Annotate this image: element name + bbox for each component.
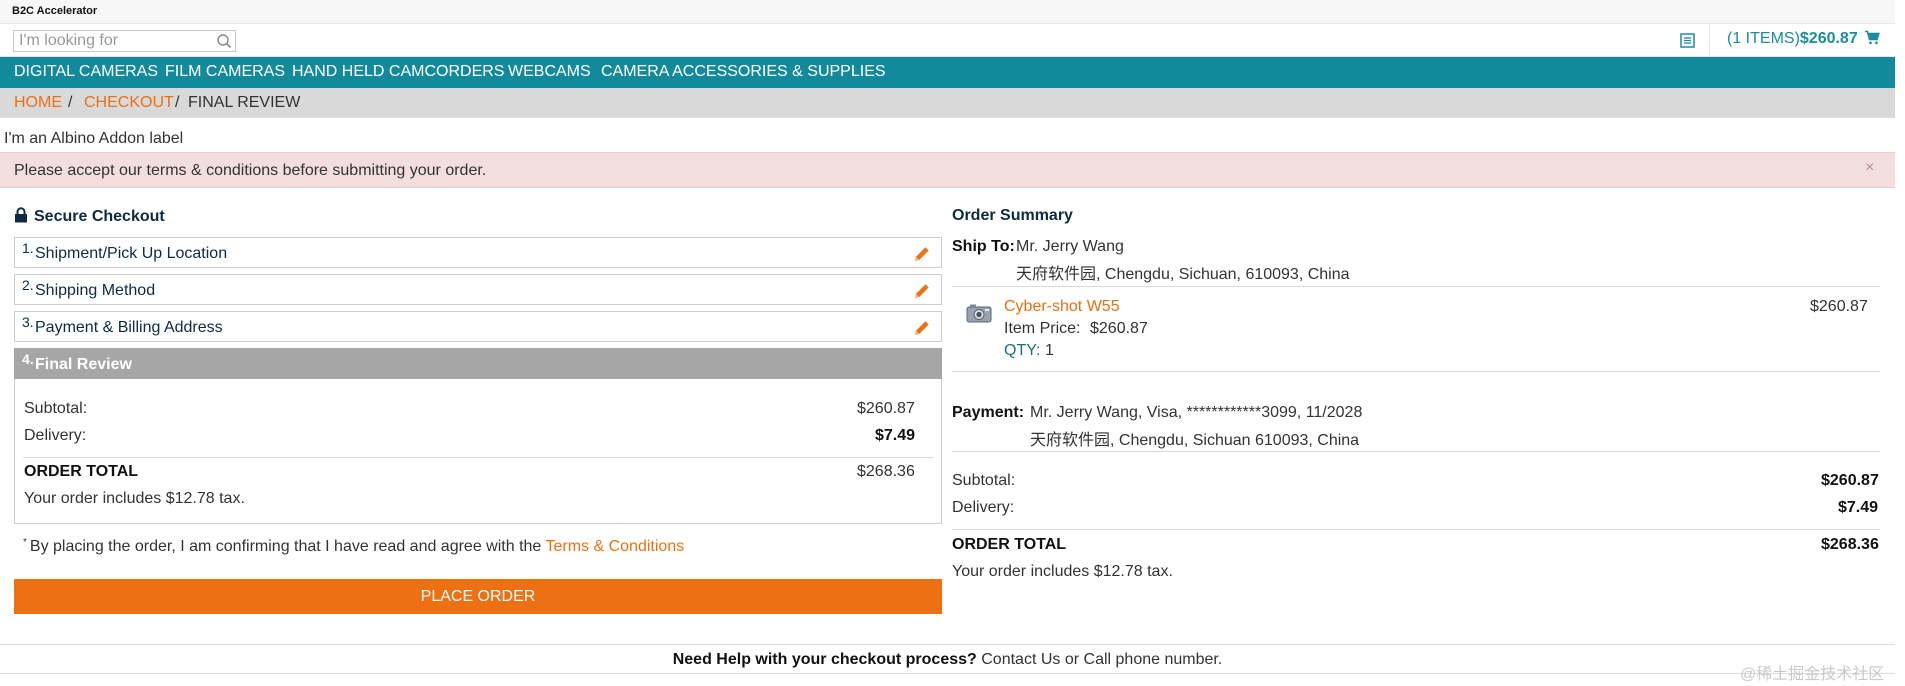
qty-label: QTY: [1004, 342, 1041, 359]
ship-to-name: Mr. Jerry Wang [1016, 238, 1124, 255]
order-total-value: $268.36 [857, 463, 915, 480]
ship-to-label: Ship To: [952, 238, 1015, 255]
pencil-icon[interactable] [913, 245, 931, 263]
payment-details: Mr. Jerry Wang, Visa, ************3099, … [1030, 404, 1363, 421]
terms-statement: * By placing the order, I am confirming t… [23, 537, 684, 556]
tax-note: Your order includes $12.78 tax. [24, 490, 245, 507]
summary-delivery-label: Delivery: [952, 499, 1015, 516]
nav-item-camera-accessories[interactable]: CAMERA ACCESSORIES & SUPPLIES [601, 63, 886, 81]
close-icon[interactable]: × [1865, 159, 1874, 177]
divider [952, 286, 1880, 287]
divider [23, 457, 934, 458]
step-number: 3. [22, 314, 34, 330]
pencil-icon[interactable] [913, 282, 931, 300]
subtotal-label: Subtotal: [24, 400, 88, 417]
nav-item-digital-cameras[interactable]: DIGITAL CAMERAS [14, 63, 158, 81]
step-payment-billing[interactable]: 3. Payment & Billing Address [14, 311, 942, 342]
camera-icon [966, 304, 992, 323]
addon-label: I'm an Albino Addon label [4, 130, 184, 147]
terms-alert: Please accept our terms & conditions bef… [0, 152, 1895, 188]
top-bar: B2C Accelerator [0, 0, 1895, 24]
delivery-label: Delivery: [24, 427, 87, 444]
order-total-label: ORDER TOTAL [24, 463, 139, 480]
breadcrumb-home[interactable]: HOME [14, 94, 62, 112]
summary-subtotal-label: Subtotal: [952, 472, 1016, 489]
watermark: @稀土掘金技术社区 [1740, 666, 1885, 683]
mini-cart-total: $260.87 [1799, 30, 1858, 47]
divider [952, 529, 1880, 530]
terms-text: By placing the order, I am confirming th… [29, 538, 542, 555]
delivery-value: $7.49 [875, 427, 916, 444]
order-summary-title: Order Summary [952, 207, 1073, 224]
step-number: 4. [22, 351, 34, 367]
secure-checkout-label: Secure Checkout [34, 208, 165, 225]
summary-order-total-label: ORDER TOTAL [952, 536, 1067, 553]
nav-item-webcams[interactable]: WEBCAMS [508, 63, 591, 81]
breadcrumb-current: FINAL REVIEW [188, 94, 301, 111]
brand-name: B2C Accelerator [12, 5, 98, 17]
step-label: Shipment/Pick Up Location [35, 245, 228, 262]
product-name-link[interactable]: Cyber-shot W55 [1004, 298, 1120, 316]
step-number: 2. [22, 277, 34, 293]
category-nav: DIGITAL CAMERAS FILM CAMERAS HAND HELD C… [0, 57, 1895, 88]
search-input[interactable] [14, 31, 209, 51]
required-asterisk: * [23, 537, 27, 548]
header-divider [1709, 24, 1710, 57]
help-question: Need Help with your checkout process? [672, 651, 977, 668]
mini-cart[interactable]: (1 ITEMS)$260.87 [1727, 30, 1881, 48]
search-icon[interactable] [216, 33, 232, 49]
help-contact[interactable]: Contact Us or Call phone number. [981, 651, 1222, 668]
summary-delivery-value: $7.49 [1838, 499, 1879, 516]
step-label: Final Review [35, 356, 132, 373]
billing-address: 天府软件园, Chengdu, Sichuan 610093, China [1030, 432, 1360, 449]
alert-message: Please accept our terms & conditions bef… [14, 162, 487, 179]
search-box [13, 30, 236, 52]
list-icon[interactable] [1679, 32, 1696, 49]
summary-subtotal-value: $260.87 [1821, 472, 1879, 489]
divider [952, 371, 1880, 372]
step-shipment-location[interactable]: 1. Shipment/Pick Up Location [14, 237, 942, 268]
secure-checkout-title: Secure Checkout [14, 207, 165, 226]
step-final-review: 4. Final Review [14, 348, 942, 379]
item-price-label: Item Price: [1004, 320, 1081, 337]
breadcrumb-separator: / [175, 94, 180, 111]
step-label: Payment & Billing Address [35, 319, 223, 336]
qty-value: 1 [1045, 342, 1054, 359]
mini-cart-count: (1 ITEMS) [1727, 30, 1800, 47]
place-order-button[interactable]: PLACE ORDER [14, 579, 942, 614]
breadcrumb-checkout[interactable]: CHECKOUT [84, 94, 174, 112]
summary-tax-note: Your order includes $12.78 tax. [952, 563, 1173, 580]
breadcrumb: HOME / CHECKOUT / FINAL REVIEW [0, 88, 1895, 118]
summary-order-total-value: $268.36 [1821, 536, 1879, 553]
payment-label: Payment: [952, 404, 1025, 421]
nav-item-film-cameras[interactable]: FILM CAMERAS [165, 63, 285, 81]
checkout-help: Need Help with your checkout process? Co… [0, 644, 1895, 674]
subtotal-value: $260.87 [857, 400, 915, 417]
product-total: $260.87 [1810, 298, 1868, 315]
nav-item-hand-held-camcorders[interactable]: HAND HELD CAMCORDERS [292, 63, 504, 81]
step-label: Shipping Method [35, 282, 156, 299]
cart-icon [1865, 30, 1881, 45]
step-number: 1. [22, 240, 34, 256]
item-price-value: $260.87 [1090, 320, 1148, 337]
divider [952, 451, 1880, 452]
terms-link[interactable]: Terms & Conditions [545, 538, 684, 555]
header: (1 ITEMS)$260.87 [0, 24, 1895, 57]
ship-to-address: 天府软件园, Chengdu, Sichuan, 610093, China [1016, 266, 1350, 283]
pencil-icon[interactable] [913, 319, 931, 337]
step-shipping-method[interactable]: 2. Shipping Method [14, 274, 942, 305]
lock-icon [15, 207, 27, 223]
breadcrumb-separator: / [68, 94, 73, 111]
